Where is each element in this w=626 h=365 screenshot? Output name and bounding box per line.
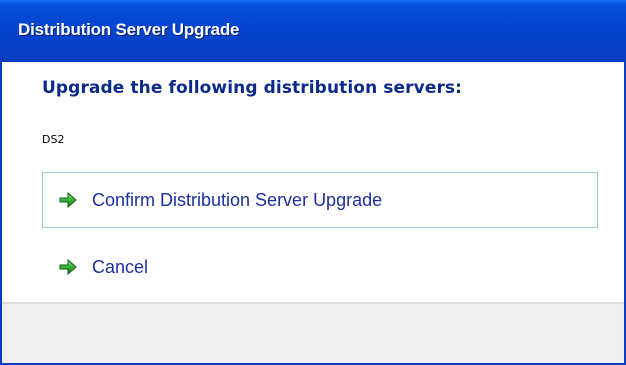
confirm-upgrade-label: Confirm Distribution Server Upgrade (92, 189, 383, 210)
cancel-label: Cancel (92, 256, 149, 277)
server-list: DS2 (42, 133, 64, 146)
cancel-button[interactable]: Cancel (42, 242, 598, 292)
page-heading: Upgrade the following distribution serve… (42, 78, 463, 98)
green-arrow-icon (59, 191, 77, 209)
window-title: Distribution Server Upgrade (18, 20, 240, 39)
server-item: DS2 (42, 133, 65, 146)
confirm-upgrade-button[interactable]: Confirm Distribution Server Upgrade (42, 172, 598, 228)
upgrade-dialog: Distribution Server Upgrade Upgrade the … (0, 0, 626, 365)
dialog-footer (2, 304, 624, 363)
title-bar[interactable]: Distribution Server Upgrade (0, 0, 626, 62)
dialog-content: Upgrade the following distribution serve… (2, 62, 624, 302)
green-arrow-icon (59, 258, 77, 276)
